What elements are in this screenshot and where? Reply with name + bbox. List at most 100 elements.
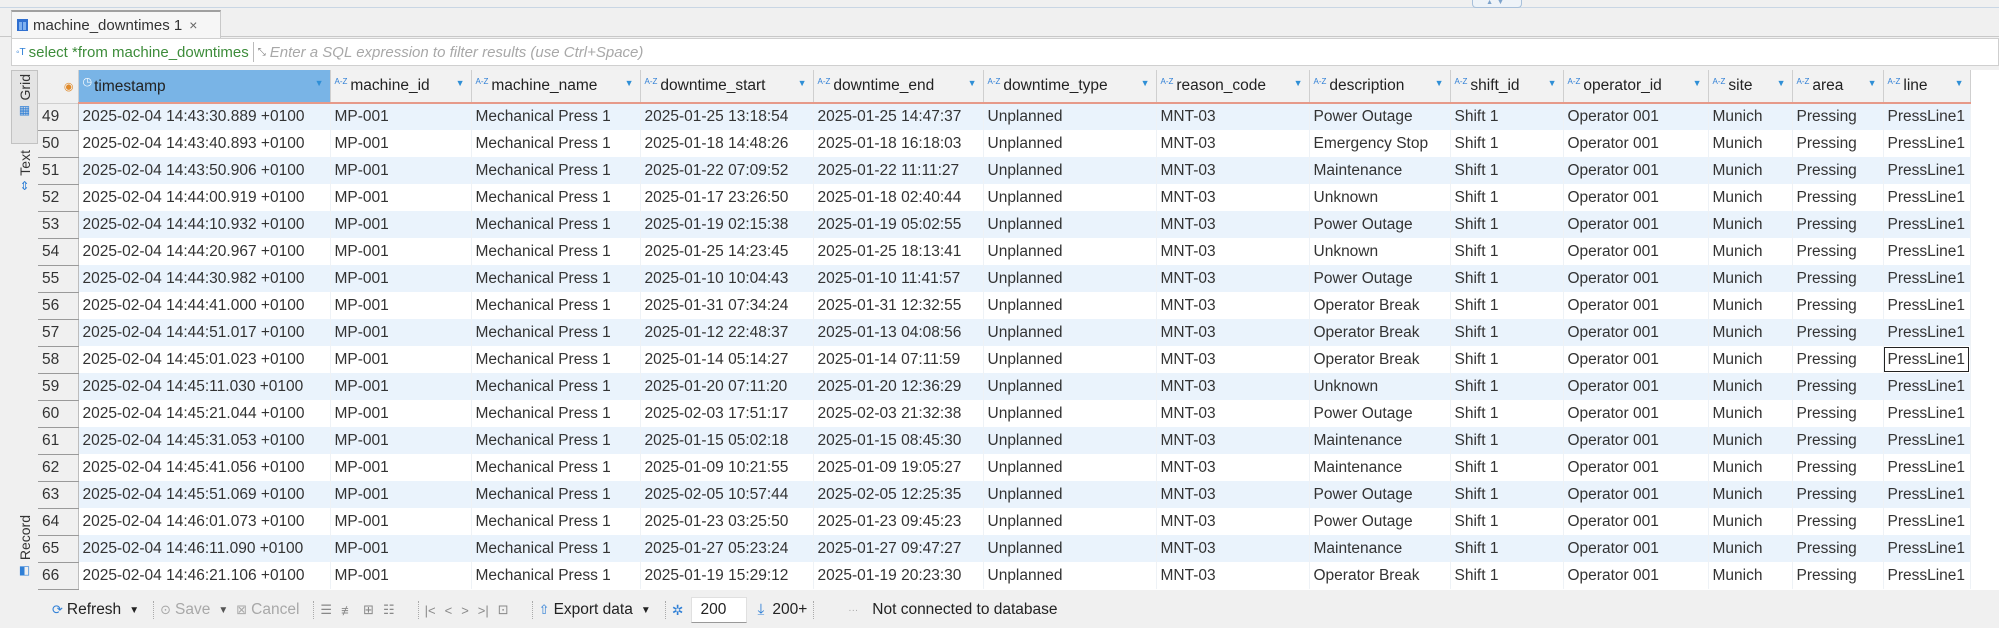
- cell-line[interactable]: PressLine1: [1883, 346, 1971, 373]
- cell-downtime_type[interactable]: Unplanned: [983, 265, 1157, 292]
- table-row[interactable]: 65 2025-02-04 14:46:11.090 +0100 MP-001 Mec…: [38, 535, 1971, 563]
- table-row[interactable]: 59 2025-02-04 14:45:11.030 +0100 MP-001 Mec…: [38, 373, 1971, 401]
- cell-downtime_start[interactable]: 2025-01-14 05:14:27: [640, 346, 814, 373]
- cell-shift_id[interactable]: Shift 1: [1450, 535, 1564, 562]
- cell-machine_name[interactable]: Mechanical Press 1: [471, 373, 641, 400]
- cell-description[interactable]: Operator Break: [1309, 319, 1451, 346]
- cell-machine_name[interactable]: Mechanical Press 1: [471, 238, 641, 265]
- refresh-dropdown-icon[interactable]: ▼: [129, 605, 139, 616]
- cell-area[interactable]: Pressing: [1792, 508, 1884, 535]
- cell-downtime_start[interactable]: 2025-01-09 10:21:55: [640, 454, 814, 481]
- cell-downtime_type[interactable]: Unplanned: [983, 157, 1157, 184]
- cell-line[interactable]: PressLine1: [1883, 481, 1971, 508]
- row-number[interactable]: 60: [38, 400, 79, 428]
- cell-description[interactable]: Maintenance: [1309, 454, 1451, 481]
- table-row[interactable]: 63 2025-02-04 14:45:51.069 +0100 MP-001 Mec…: [38, 481, 1971, 509]
- cell-operator_id[interactable]: Operator 001: [1563, 535, 1709, 562]
- cell-description[interactable]: Power Outage: [1309, 103, 1451, 130]
- cell-description[interactable]: Operator Break: [1309, 292, 1451, 319]
- cell-machine_id[interactable]: MP-001: [330, 508, 472, 535]
- cell-downtime_type[interactable]: Unplanned: [983, 130, 1157, 157]
- cell-downtime_start[interactable]: 2025-01-27 05:23:24: [640, 535, 814, 562]
- cell-operator_id[interactable]: Operator 001: [1563, 454, 1709, 481]
- cell-description[interactable]: Emergency Stop: [1309, 130, 1451, 157]
- last-page-icon[interactable]: >|: [478, 603, 489, 618]
- column-filter-dropdown-icon[interactable]: ▼: [315, 78, 324, 88]
- cell-downtime_type[interactable]: Unplanned: [983, 454, 1157, 481]
- cell-shift_id[interactable]: Shift 1: [1450, 157, 1564, 184]
- column-filter-dropdown-icon[interactable]: ▼: [798, 78, 807, 88]
- cell-line[interactable]: PressLine1: [1883, 157, 1971, 184]
- cell-machine_id[interactable]: MP-001: [330, 454, 472, 481]
- cell-area[interactable]: Pressing: [1792, 292, 1884, 319]
- cell-operator_id[interactable]: Operator 001: [1563, 508, 1709, 535]
- cell-area[interactable]: Pressing: [1792, 454, 1884, 481]
- row-number[interactable]: 57: [38, 319, 79, 347]
- cell-downtime_type[interactable]: Unplanned: [983, 562, 1157, 589]
- table-row[interactable]: 52 2025-02-04 14:44:00.919 +0100 MP-001 Mec…: [38, 184, 1971, 212]
- row-number[interactable]: 55: [38, 265, 79, 293]
- cell-reason_code[interactable]: MNT-03: [1156, 481, 1310, 508]
- cell-site[interactable]: Munich: [1708, 130, 1793, 157]
- cell-reason_code[interactable]: MNT-03: [1156, 265, 1310, 292]
- cell-description[interactable]: Maintenance: [1309, 535, 1451, 562]
- cell-downtime_type[interactable]: Unplanned: [983, 184, 1157, 211]
- cell-shift_id[interactable]: Shift 1: [1450, 481, 1564, 508]
- column-header-downtime_start[interactable]: A-Z downtime_start ▼: [640, 70, 814, 104]
- cell-site[interactable]: Munich: [1708, 238, 1793, 265]
- results-tab[interactable]: machine_downtimes 1 ×: [11, 10, 221, 38]
- cell-operator_id[interactable]: Operator 001: [1563, 184, 1709, 211]
- row-number[interactable]: 62: [38, 454, 79, 482]
- cell-area[interactable]: Pressing: [1792, 400, 1884, 427]
- cell-downtime_start[interactable]: 2025-01-22 07:09:52: [640, 157, 814, 184]
- cell-reason_code[interactable]: MNT-03: [1156, 184, 1310, 211]
- cell-site[interactable]: Munich: [1708, 481, 1793, 508]
- cell-downtime_start[interactable]: 2025-01-20 07:11:20: [640, 373, 814, 400]
- cell-site[interactable]: Munich: [1708, 103, 1793, 130]
- column-header-site[interactable]: A-Z site ▼: [1708, 70, 1793, 104]
- cell-machine_name[interactable]: Mechanical Press 1: [471, 400, 641, 427]
- cell-area[interactable]: Pressing: [1792, 265, 1884, 292]
- cell-downtime_type[interactable]: Unplanned: [983, 292, 1157, 319]
- first-page-icon[interactable]: |<: [425, 603, 436, 618]
- panel-splitter-handle[interactable]: ▲▼: [1472, 0, 1522, 8]
- row-number-header[interactable]: ◉: [38, 70, 79, 104]
- column-header-machine_id[interactable]: A-Z machine_id ▼: [330, 70, 472, 104]
- cell-downtime_end[interactable]: 2025-01-25 14:47:37: [813, 103, 984, 130]
- cell-machine_id[interactable]: MP-001: [330, 292, 472, 319]
- cell-downtime_start[interactable]: 2025-01-15 05:02:18: [640, 427, 814, 454]
- table-row[interactable]: 58 2025-02-04 14:45:01.023 +0100 MP-001 Mec…: [38, 346, 1971, 374]
- cell-machine_id[interactable]: MP-001: [330, 157, 472, 184]
- cell-reason_code[interactable]: MNT-03: [1156, 211, 1310, 238]
- fetch-size-input[interactable]: 200: [691, 597, 748, 623]
- cell-downtime_end[interactable]: 2025-02-05 12:25:35: [813, 481, 984, 508]
- cell-site[interactable]: Munich: [1708, 508, 1793, 535]
- cell-reason_code[interactable]: MNT-03: [1156, 454, 1310, 481]
- cell-shift_id[interactable]: Shift 1: [1450, 400, 1564, 427]
- cell-downtime_start[interactable]: 2025-01-25 13:18:54: [640, 103, 814, 130]
- cell-line[interactable]: PressLine1: [1883, 562, 1971, 589]
- cell-timestamp[interactable]: 2025-02-04 14:46:21.106 +0100: [78, 562, 331, 589]
- table-row[interactable]: 54 2025-02-04 14:44:20.967 +0100 MP-001 Mec…: [38, 238, 1971, 266]
- cell-machine_name[interactable]: Mechanical Press 1: [471, 535, 641, 562]
- cell-area[interactable]: Pressing: [1792, 238, 1884, 265]
- cell-area[interactable]: Pressing: [1792, 427, 1884, 454]
- row-number[interactable]: 50: [38, 130, 79, 158]
- cell-line[interactable]: PressLine1: [1883, 211, 1971, 238]
- cell-area[interactable]: Pressing: [1792, 157, 1884, 184]
- cell-machine_name[interactable]: Mechanical Press 1: [471, 454, 641, 481]
- table-row[interactable]: 55 2025-02-04 14:44:30.982 +0100 MP-001 Mec…: [38, 265, 1971, 293]
- cell-machine_name[interactable]: Mechanical Press 1: [471, 427, 641, 454]
- cell-machine_name[interactable]: Mechanical Press 1: [471, 211, 641, 238]
- cell-operator_id[interactable]: Operator 001: [1563, 400, 1709, 427]
- cell-description[interactable]: Maintenance: [1309, 157, 1451, 184]
- cell-machine_id[interactable]: MP-001: [330, 130, 472, 157]
- cell-downtime_end[interactable]: 2025-01-10 11:41:57: [813, 265, 984, 292]
- cell-downtime_type[interactable]: Unplanned: [983, 319, 1157, 346]
- column-filter-dropdown-icon[interactable]: ▼: [625, 78, 634, 88]
- cell-area[interactable]: Pressing: [1792, 130, 1884, 157]
- fetch-all-icon[interactable]: ⊡: [498, 602, 509, 618]
- cell-description[interactable]: Unknown: [1309, 238, 1451, 265]
- cell-operator_id[interactable]: Operator 001: [1563, 265, 1709, 292]
- cell-operator_id[interactable]: Operator 001: [1563, 211, 1709, 238]
